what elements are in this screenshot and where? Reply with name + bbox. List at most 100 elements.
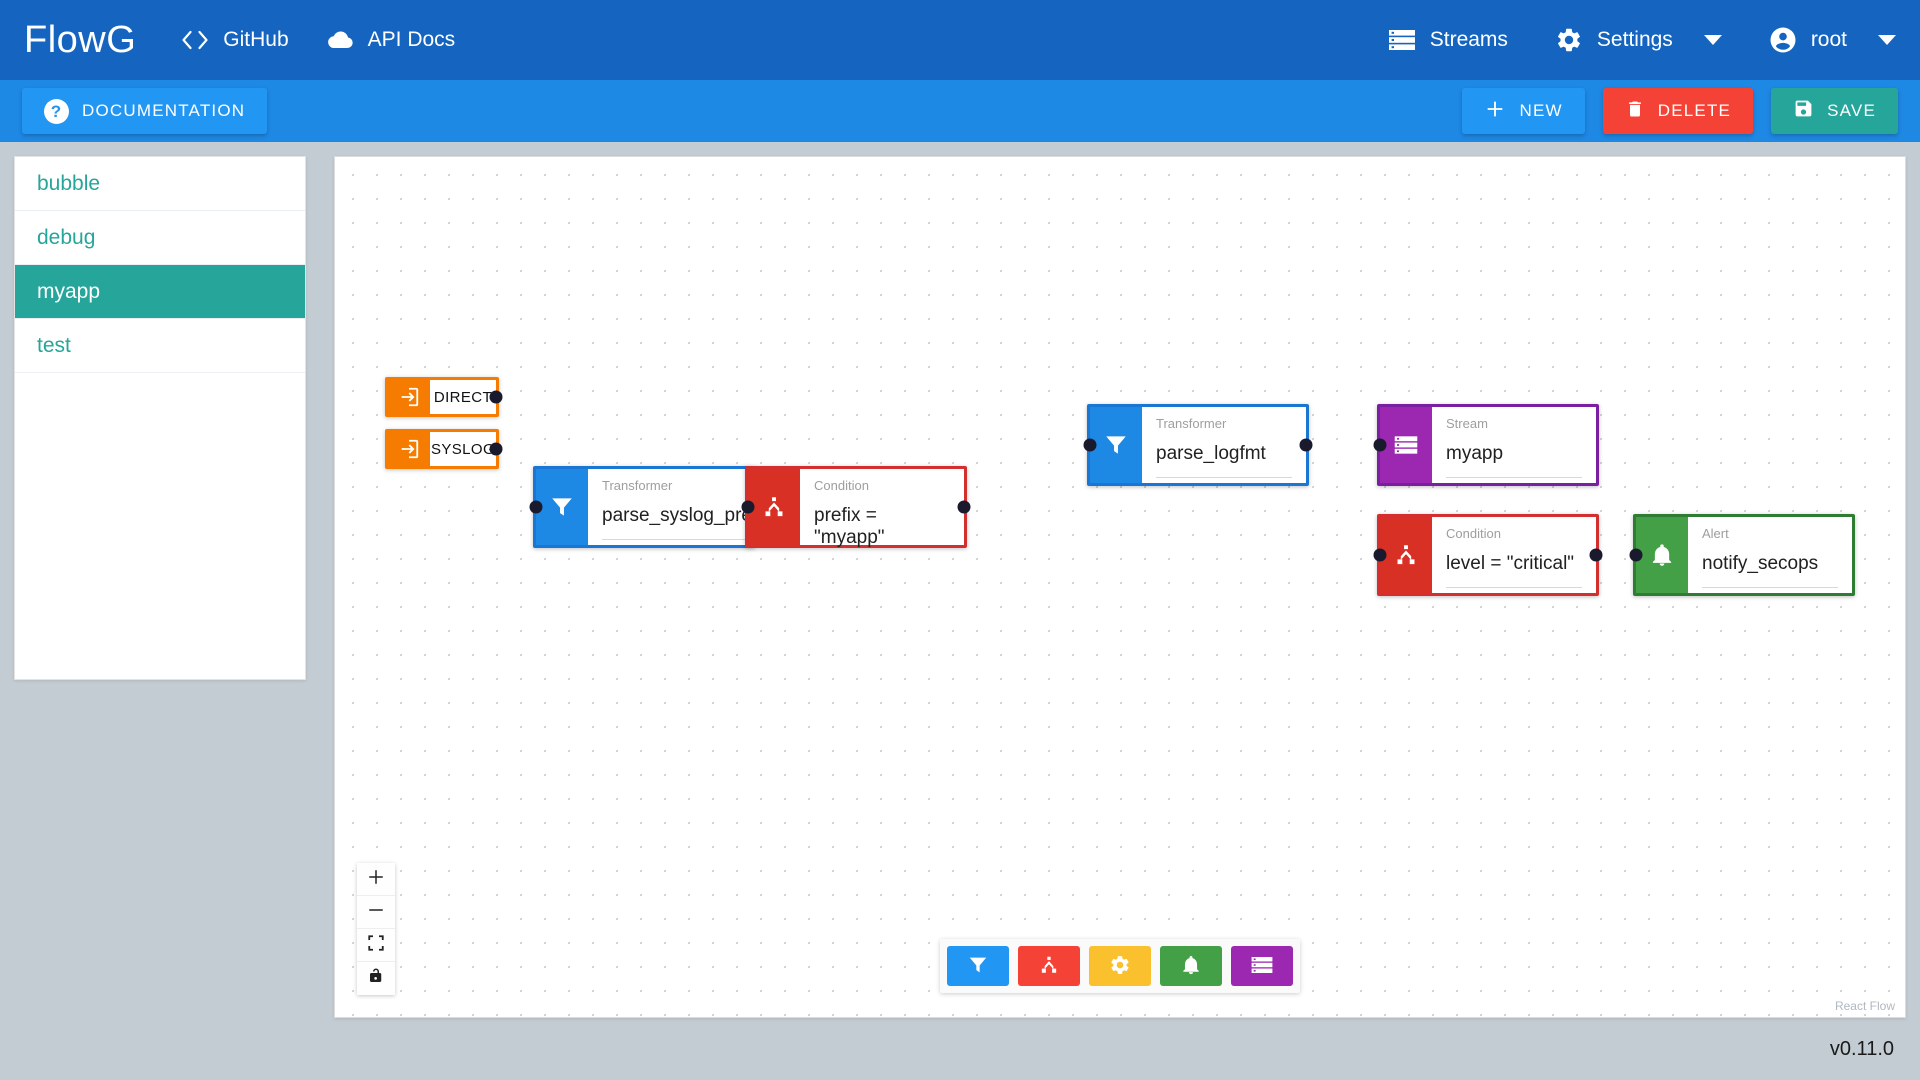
node-body: Transformer parse_logfmt [1142, 407, 1306, 483]
handle-input[interactable] [1373, 438, 1387, 452]
sidebar-item-debug[interactable]: debug [15, 211, 305, 265]
handle-output[interactable] [489, 442, 503, 456]
node-name-value[interactable]: level = "critical" [1446, 553, 1582, 575]
react-flow-attribution[interactable]: React Flow [1835, 999, 1895, 1013]
edge-layer [335, 157, 635, 307]
node-input-underline [1156, 477, 1292, 478]
node-condition-level[interactable]: Condition level = "critical" [1373, 514, 1603, 596]
node-kind-label: Stream [1446, 416, 1488, 431]
node-body: Condition level = "critical" [1432, 517, 1596, 593]
database-icon [1250, 955, 1274, 978]
sidebar-item-bubble[interactable]: bubble [15, 157, 305, 211]
nav-link-github-label: GitHub [223, 28, 289, 51]
palette-add-alert[interactable] [1160, 946, 1222, 986]
node-palette [940, 939, 1300, 993]
node-input-underline [1446, 587, 1582, 588]
node-source-direct-label: DIRECT [433, 388, 493, 406]
nav-link-api-docs[interactable]: API Docs [325, 25, 455, 55]
floppy-disk-icon [1793, 98, 1814, 124]
handle-input[interactable] [1083, 438, 1097, 452]
help-icon: ? [44, 98, 69, 124]
bell-icon [1636, 517, 1688, 593]
footer-bar: v0.11.0 [0, 1018, 1920, 1080]
account-circle-icon [1768, 25, 1798, 55]
lock-open-icon [367, 967, 385, 990]
node-source-direct[interactable]: DIRECT [385, 377, 503, 417]
documentation-button[interactable]: ? DOCUMENTATION [22, 88, 268, 134]
nav-link-github[interactable]: GitHub [180, 25, 289, 55]
palette-add-transformer[interactable] [947, 946, 1009, 986]
nav-link-user[interactable]: root [1768, 25, 1896, 55]
app-version: v0.11.0 [1829, 1037, 1894, 1060]
sidebar-empty-space [15, 373, 305, 679]
funnel-icon [1090, 407, 1142, 483]
node-kind-label: Condition [1446, 526, 1501, 541]
database-icon [1387, 25, 1417, 55]
node-name-value[interactable]: notify_secops [1702, 553, 1838, 575]
handle-input[interactable] [1629, 548, 1643, 562]
gear-icon [1554, 25, 1584, 55]
flow-canvas[interactable]: DIRECT SYSLOG Transformer parse_syslog_p… [334, 156, 1906, 1018]
node-source-syslog-label: SYSLOG [430, 440, 496, 458]
chevron-down-icon-settings[interactable] [1703, 35, 1722, 45]
cloud-icon [325, 25, 355, 55]
handle-input[interactable] [529, 500, 543, 514]
nav-link-user-label: root [1810, 28, 1847, 51]
new-button[interactable]: NEW [1462, 88, 1585, 134]
sidebar-item-myapp[interactable]: myapp [15, 265, 305, 319]
sidebar-item-test[interactable]: test [15, 319, 305, 373]
handle-output[interactable] [1299, 438, 1313, 452]
delete-button[interactable]: DELETE [1602, 88, 1754, 134]
fork-icon [1380, 517, 1432, 593]
node-body: Condition prefix = "myapp" [800, 469, 964, 548]
nav-link-settings[interactable]: Settings [1554, 25, 1722, 55]
navbar-right-group: Streams Settings root [1341, 25, 1896, 55]
node-body: Alert notify_secops [1688, 517, 1852, 593]
plus-icon [1484, 98, 1506, 125]
palette-add-switch[interactable] [1089, 946, 1151, 986]
bell-icon [1180, 954, 1202, 979]
nav-link-streams[interactable]: Streams [1387, 25, 1508, 55]
node-name-value[interactable]: prefix = "myapp" [814, 505, 950, 549]
zoom-in-button[interactable] [357, 863, 395, 896]
handle-input[interactable] [1373, 548, 1387, 562]
funnel-icon [967, 954, 989, 979]
node-transformer-parse-syslog-prefix[interactable]: Transformer parse_syslog_prefix [529, 466, 771, 548]
palette-add-condition[interactable] [1018, 946, 1080, 986]
node-body: Stream myapp [1432, 407, 1596, 483]
handle-output[interactable] [957, 500, 971, 514]
toggle-interactivity-button[interactable] [357, 962, 395, 995]
main-area: bubble debug myapp test DIRECT SYSLOG Tr… [0, 142, 1920, 1018]
app-brand[interactable]: FlowG [24, 19, 136, 62]
node-condition-prefix[interactable]: Condition prefix = "myapp" [741, 466, 971, 548]
database-icon [1380, 407, 1432, 483]
chevron-down-icon-user[interactable] [1878, 35, 1896, 45]
fork-icon [748, 469, 800, 545]
zoom-out-button[interactable] [357, 896, 395, 929]
handle-input[interactable] [741, 500, 755, 514]
handle-output[interactable] [489, 390, 503, 404]
save-button[interactable]: SAVE [1771, 88, 1898, 134]
nav-link-settings-label: Settings [1596, 28, 1673, 51]
pipeline-list-sidebar: bubble debug myapp test [14, 156, 306, 680]
node-transformer-parse-logfmt[interactable]: Transformer parse_logfmt [1083, 404, 1313, 486]
top-navbar: FlowG GitHub API Docs Streams Settings r… [0, 0, 1920, 80]
login-icon [388, 380, 430, 414]
node-name-value[interactable]: myapp [1446, 443, 1582, 465]
sidebar-item-label: bubble [37, 171, 101, 195]
node-input-underline [1446, 477, 1582, 478]
new-button-label: NEW [1519, 101, 1563, 120]
node-alert-notify-secops[interactable]: Alert notify_secops [1629, 514, 1855, 596]
palette-add-stream[interactable] [1231, 946, 1293, 986]
node-input-underline [1702, 587, 1838, 588]
node-source-syslog[interactable]: SYSLOG [385, 429, 503, 469]
gear-icon [1109, 954, 1131, 979]
handle-output[interactable] [1589, 548, 1603, 562]
zoom-controls [357, 863, 395, 995]
sidebar-item-label: myapp [37, 279, 101, 303]
node-kind-label: Transformer [1156, 416, 1227, 431]
plus-icon [367, 868, 385, 891]
fit-view-button[interactable] [357, 929, 395, 962]
node-name-value[interactable]: parse_logfmt [1156, 443, 1292, 465]
node-stream-myapp[interactable]: Stream myapp [1373, 404, 1599, 486]
